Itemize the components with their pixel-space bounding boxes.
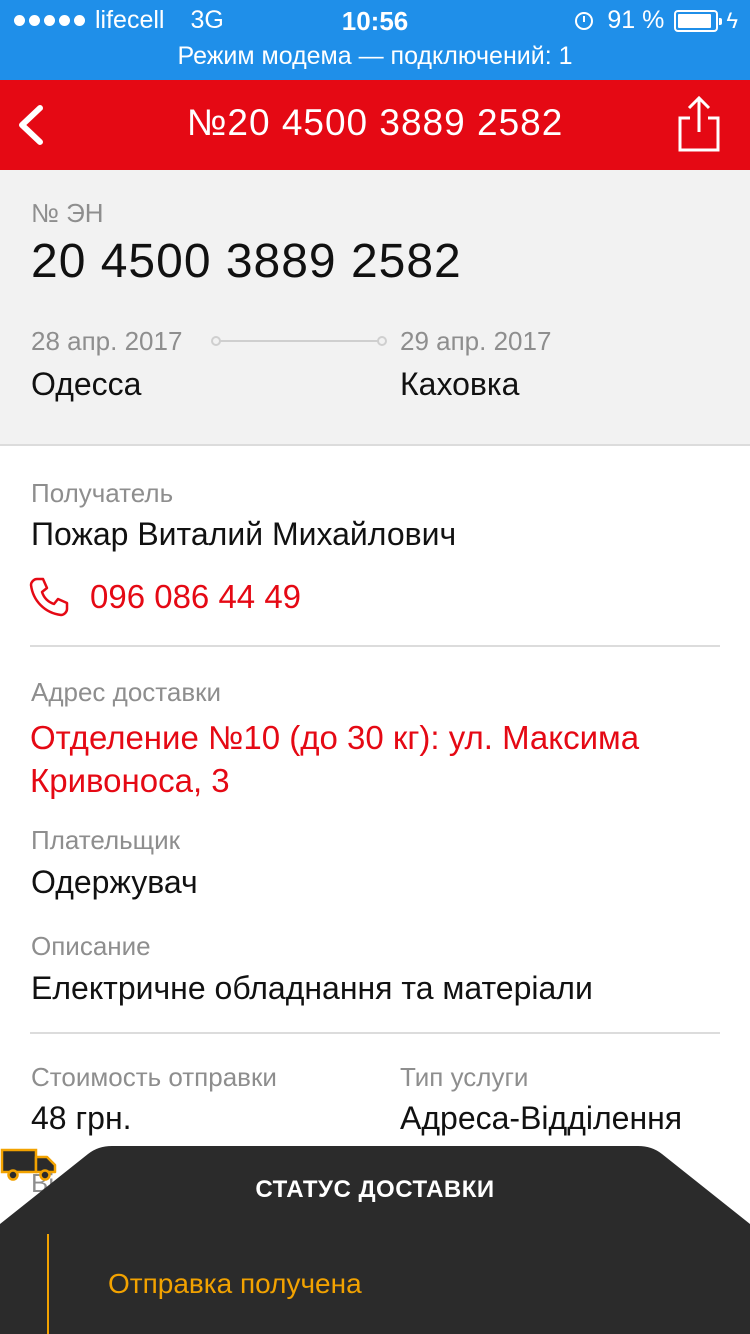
delivery-status-sheet[interactable]: СТАТУС ДОСТАВКИ Отправка получена [0,1146,750,1334]
status-sheet-background [0,1146,750,1334]
service-type-label: Тип услуги [400,1062,529,1092]
waybill-number: 20 4500 3889 2582 [31,235,462,288]
destination-city: Каховка [400,366,520,402]
route-start-dot [211,336,221,346]
battery-percent: 91 % [607,6,665,34]
waybill-label: № ЭН [31,198,104,228]
current-status: Отправка получена [108,1268,362,1299]
cost-value: 48 грн. [31,1100,132,1136]
status-sheet-title: СТАТУС ДОСТАВКИ [255,1176,495,1203]
recipient-phone-link[interactable]: 096 086 44 49 [90,578,301,616]
divider [30,645,720,647]
route-line [216,340,382,342]
cost-label: Стоимость отправки [31,1062,277,1092]
share-button[interactable] [676,94,722,154]
service-type-value: Адреса-Відділення [400,1100,683,1136]
payer-label: Плательщик [31,825,180,855]
recipient-label: Получатель [31,478,174,508]
battery-icon [674,9,723,32]
shipment-summary: № ЭН 20 4500 3889 2582 28 апр. 2017 29 а… [0,170,750,446]
navigation-bar: №20 4500 3889 2582 [0,80,750,170]
description-value: Електричне обладнання та матеріали [31,970,593,1006]
share-icon [678,95,720,152]
payer-value: Одержувач [31,864,198,900]
status-bar: lifecell 3G 10:56 91 % ϟ Режим модема — … [0,0,750,80]
delivery-address-link[interactable]: Отделение №10 (до 30 кг): ул. Максима Кр… [30,716,730,802]
departure-date: 28 апр. 2017 [31,326,183,356]
arrival-date: 29 апр. 2017 [400,326,552,356]
charging-icon: ϟ [726,7,738,33]
recipient-name: Пожар Виталий Михайлович [31,516,457,552]
route-end-dot [377,336,387,346]
alarm-icon [575,11,594,30]
status-bar-row: lifecell 3G 10:56 91 % ϟ [0,0,750,40]
address-label: Адрес доставки [31,677,222,707]
divider [30,1032,720,1034]
status-timeline [47,1234,49,1334]
origin-city: Одесса [31,366,142,402]
hotspot-banner[interactable]: Режим модема — подключений: 1 [0,42,750,71]
description-label: Описание [31,931,151,961]
status-right: 91 % ϟ [575,6,738,35]
battery-fill [678,13,712,28]
phone-icon[interactable] [28,576,70,618]
page-title: №20 4500 3889 2582 [186,102,564,143]
truck-icon [0,1148,57,1181]
